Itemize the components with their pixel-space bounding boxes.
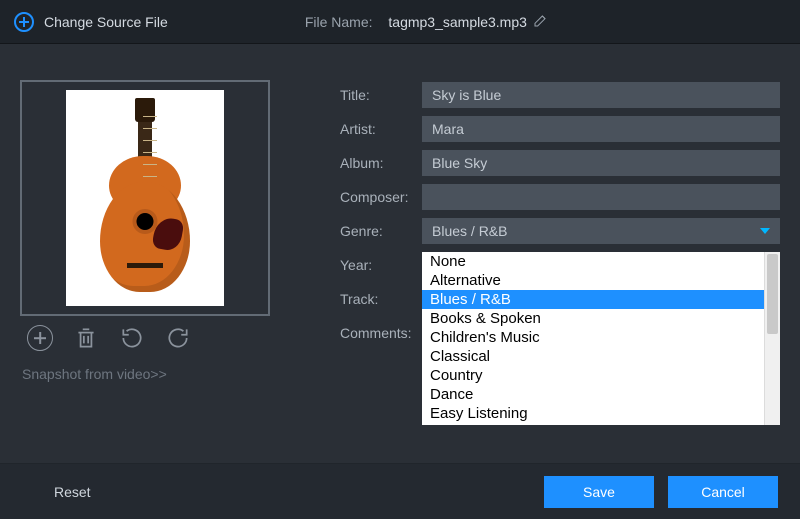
guitar-illustration (90, 98, 200, 298)
genre-option[interactable]: Dance (422, 385, 764, 404)
label-year: Year: (340, 257, 422, 273)
artwork-frame (20, 80, 270, 316)
file-name-label: File Name: (305, 14, 373, 30)
album-field[interactable] (422, 150, 780, 176)
header-bar: Change Source File File Name: tagmp3_sam… (0, 0, 800, 44)
delete-artwork-button[interactable] (72, 324, 100, 352)
footer-bar: Reset Save Cancel (0, 463, 800, 519)
plus-icon (14, 12, 34, 32)
label-title: Title: (340, 87, 422, 103)
row-title: Title: (340, 80, 780, 110)
snapshot-from-video-link[interactable]: Snapshot from video>> (20, 360, 300, 388)
genre-option[interactable]: Classical (422, 347, 764, 366)
artist-field[interactable] (422, 116, 780, 142)
rotate-cw-icon (165, 325, 191, 351)
genre-option[interactable]: Books & Spoken (422, 309, 764, 328)
dropdown-scrollbar[interactable] (764, 252, 780, 425)
genre-option[interactable]: Electronic (422, 423, 764, 425)
main-area: Snapshot from video>> Title: Artist: Alb… (0, 44, 800, 463)
row-composer: Composer: (340, 182, 780, 212)
chevron-down-icon (760, 223, 770, 239)
row-artist: Artist: (340, 114, 780, 144)
label-composer: Composer: (340, 189, 422, 205)
label-genre: Genre: (340, 223, 422, 239)
genre-option[interactable]: None (422, 252, 764, 271)
metadata-form: Title: Artist: Album: Composer: Genre: B… (300, 80, 780, 463)
change-source-label: Change Source File (44, 14, 168, 30)
reset-button[interactable]: Reset (54, 476, 91, 508)
change-source-button[interactable]: Change Source File (14, 12, 168, 32)
row-genre: Genre: Blues / R&B (340, 216, 780, 246)
genre-option[interactable]: Alternative (422, 271, 764, 290)
add-artwork-button[interactable] (26, 324, 54, 352)
file-name-value: tagmp3_sample3.mp3 (388, 14, 527, 30)
label-artist: Artist: (340, 121, 422, 137)
artwork-image[interactable] (66, 90, 224, 306)
cancel-button[interactable]: Cancel (668, 476, 778, 508)
row-album: Album: (340, 148, 780, 178)
plus-circle-icon (27, 325, 53, 351)
scrollbar-thumb[interactable] (767, 254, 778, 334)
title-field[interactable] (422, 82, 780, 108)
trash-icon (73, 325, 99, 351)
genre-selected-value: Blues / R&B (432, 223, 507, 239)
artwork-column: Snapshot from video>> (20, 80, 300, 463)
edit-filename-button[interactable] (533, 12, 549, 31)
genre-select[interactable]: Blues / R&B (422, 218, 780, 244)
rotate-right-button[interactable] (164, 324, 192, 352)
genre-dropdown[interactable]: NoneAlternativeBlues / R&BBooks & Spoken… (422, 252, 780, 425)
pencil-icon (533, 12, 549, 28)
artwork-actions (20, 316, 300, 360)
save-button[interactable]: Save (544, 476, 654, 508)
label-comments: Comments: (340, 325, 422, 341)
genre-option[interactable]: Easy Listening (422, 404, 764, 423)
composer-field[interactable] (422, 184, 780, 210)
label-album: Album: (340, 155, 422, 171)
genre-option-list: NoneAlternativeBlues / R&BBooks & Spoken… (422, 252, 764, 425)
file-name-display: File Name: tagmp3_sample3.mp3 (168, 12, 686, 31)
rotate-ccw-icon (119, 325, 145, 351)
app-root: Change Source File File Name: tagmp3_sam… (0, 0, 800, 519)
genre-option[interactable]: Country (422, 366, 764, 385)
rotate-left-button[interactable] (118, 324, 146, 352)
label-track: Track: (340, 291, 422, 307)
genre-option[interactable]: Blues / R&B (422, 290, 764, 309)
genre-option[interactable]: Children's Music (422, 328, 764, 347)
